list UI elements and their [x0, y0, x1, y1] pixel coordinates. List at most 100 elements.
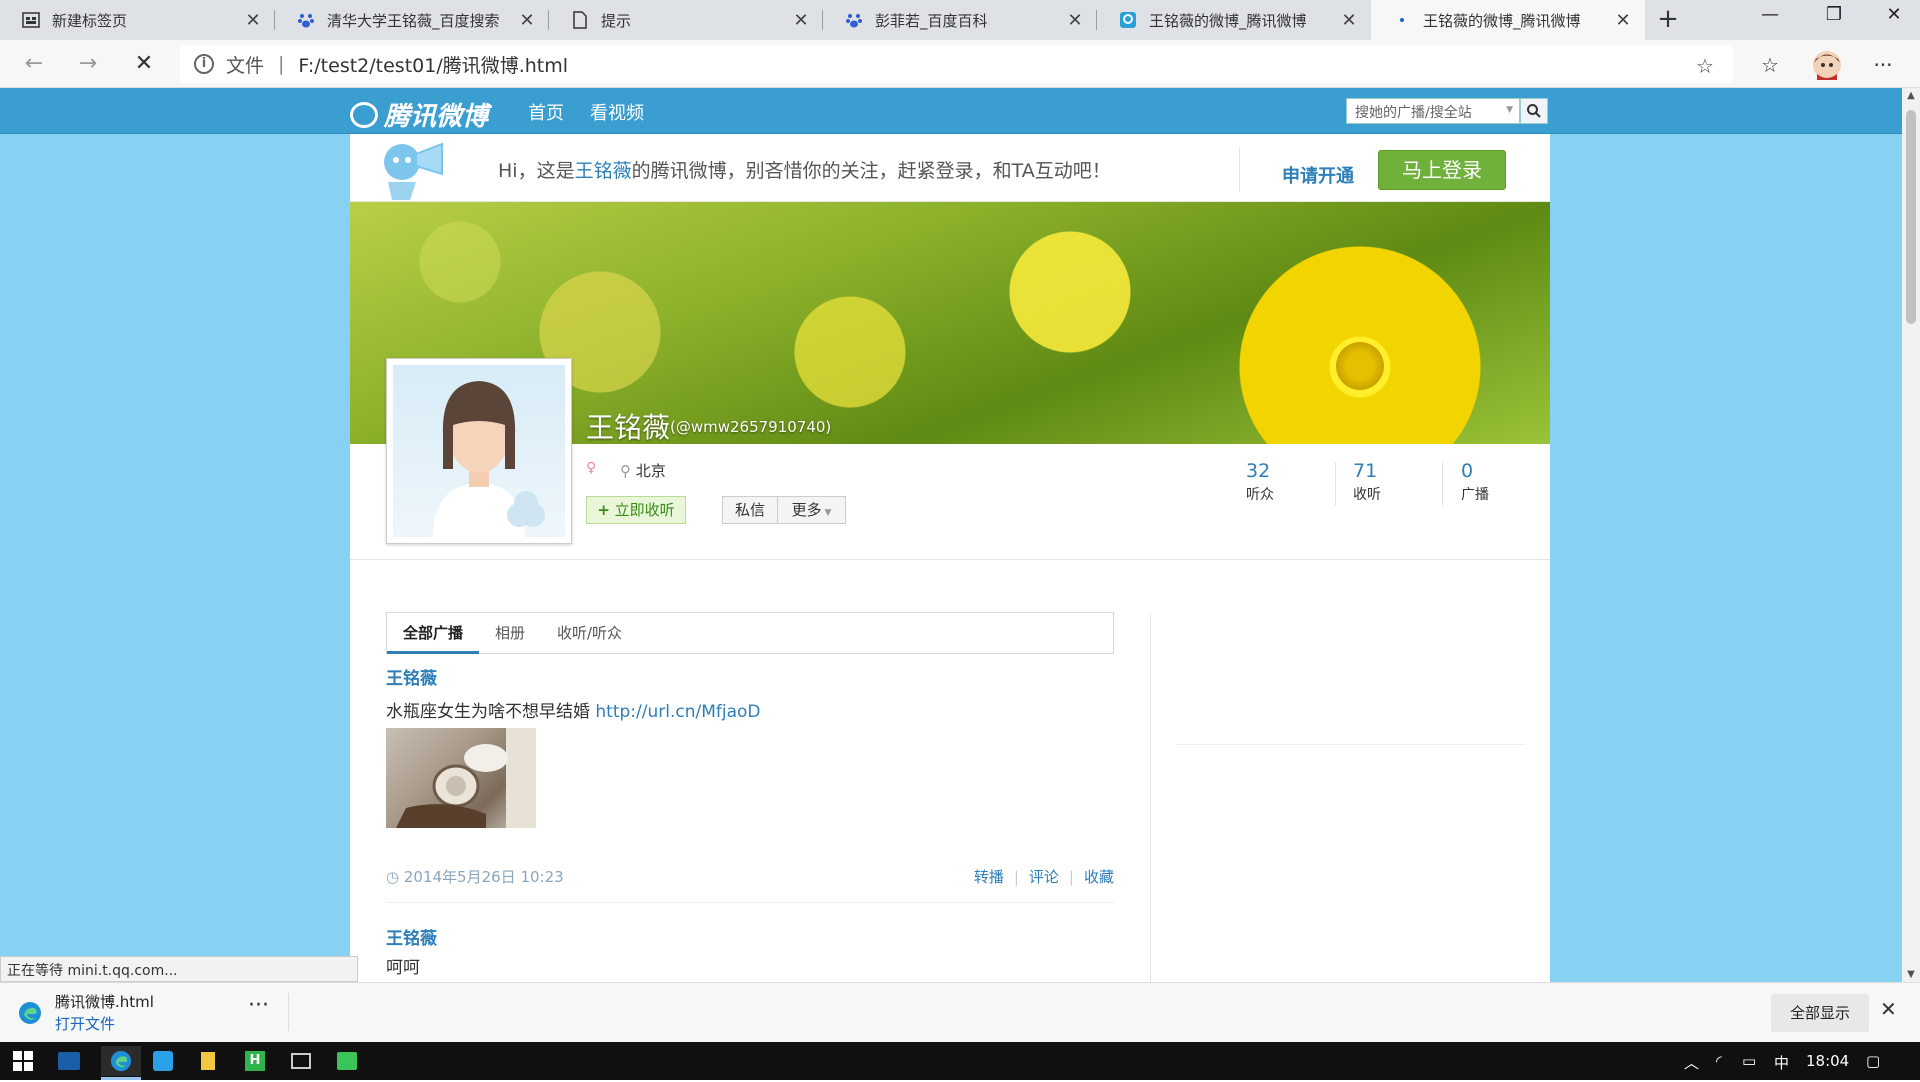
terminal-icon[interactable]: [286, 1046, 316, 1076]
forward-icon[interactable]: →: [72, 48, 104, 80]
favorites-list-icon[interactable]: ☆: [1753, 48, 1787, 82]
post-content: 水瓶座女生为啥不想早结婚 http://url.cn/MfjaoD: [386, 702, 761, 722]
tab-new-tab[interactable]: 新建标签页 ✕: [0, 0, 275, 40]
settings-more-icon[interactable]: ···: [1866, 48, 1900, 82]
close-icon[interactable]: ✕: [517, 10, 537, 31]
apply-link[interactable]: 申请开通: [1282, 162, 1354, 188]
tab-title: 清华大学王铭薇_百度搜索: [327, 11, 500, 30]
download-filename: 腾讯微博.html: [55, 993, 154, 1011]
ime-indicator[interactable]: 中: [1774, 1052, 1789, 1073]
tab-tencent-weibo-active[interactable]: 王铭薇的微博_腾讯微博 ✕: [1371, 0, 1645, 40]
page-viewport: 腾讯微博 首页 看视频 搜她的广播/搜全站 ▼ Hi，这是王铭薇的腾讯微博，别吝…: [0, 88, 1902, 982]
minimize-icon[interactable]: —: [1740, 0, 1800, 32]
back-icon[interactable]: ←: [18, 48, 50, 80]
tab-baidu-search[interactable]: 清华大学王铭薇_百度搜索 ✕: [275, 0, 549, 40]
profile-avatar[interactable]: [1810, 48, 1844, 82]
tab-tencent-weibo[interactable]: 王铭薇的微博_腾讯微博 ✕: [1097, 0, 1371, 40]
address-url: F:/test2/test01/腾讯微博.html: [298, 54, 569, 77]
close-icon[interactable]: ✕: [1613, 10, 1633, 31]
search-icon: [1527, 104, 1541, 118]
stat-broadcasts[interactable]: 0 广播: [1461, 460, 1561, 504]
info-icon[interactable]: i: [194, 54, 214, 74]
media-app-icon[interactable]: [332, 1046, 362, 1076]
open-file-link[interactable]: 打开文件: [55, 1013, 115, 1034]
post-time[interactable]: 2014年5月26日 10:23: [404, 868, 564, 886]
close-icon[interactable]: ✕: [1339, 10, 1359, 31]
stat-following[interactable]: 71 收听: [1353, 460, 1453, 504]
post: 王铭薇 呵呵: [386, 924, 1114, 978]
new-tab-button[interactable]: +: [1652, 4, 1684, 36]
scroll-up-icon[interactable]: ▲: [1902, 90, 1920, 101]
stat-listeners[interactable]: 32 听众: [1246, 460, 1346, 504]
nav-video[interactable]: 看视频: [590, 99, 644, 125]
more-button[interactable]: 更多 ▼: [778, 496, 846, 524]
main-container: Hi，这是王铭薇的腾讯微博，别吝惜你的关注，赶紧登录，和TA互动吧！ 申请开通 …: [350, 134, 1550, 982]
search-button[interactable]: [1520, 98, 1548, 124]
nav-home[interactable]: 首页: [528, 99, 564, 125]
clock[interactable]: 18:04: [1806, 1052, 1849, 1070]
tencent-weibo-logo-icon: [350, 101, 378, 128]
search-input[interactable]: 搜她的广播/搜全站 ▼: [1346, 98, 1520, 124]
tab-title: 提示: [601, 11, 632, 30]
plus-icon: +: [597, 501, 610, 519]
repost-button[interactable]: 转播: [974, 868, 1004, 886]
dev-app-icon[interactable]: [54, 1046, 84, 1076]
taskbar: H ︿ ◜ ▭ 中 18:04 ▢: [0, 1042, 1920, 1080]
close-icon[interactable]: ✕: [1065, 10, 1085, 31]
post-link[interactable]: http://url.cn/MfjaoD: [595, 702, 760, 722]
edge-icon: [19, 1002, 41, 1024]
close-icon[interactable]: ✕: [1880, 997, 1897, 1021]
show-all-button[interactable]: 全部显示: [1771, 994, 1869, 1032]
close-icon[interactable]: ✕: [243, 10, 263, 31]
private-message-button[interactable]: 私信: [722, 496, 778, 524]
feed-tabs: 全部广播 相册 收听/听众: [386, 612, 1114, 654]
post-meta: ◷ 2014年5月26日 10:23 转播 | 评论 | 收藏: [386, 866, 1114, 887]
site-logo[interactable]: 腾讯微博: [350, 96, 488, 133]
welcome-bar: Hi，这是王铭薇的腾讯微博，别吝惜你的关注，赶紧登录，和TA互动吧！ 申请开通 …: [350, 134, 1550, 202]
tab-all-broadcasts[interactable]: 全部广播: [387, 613, 479, 654]
network-icon[interactable]: ◜: [1716, 1052, 1722, 1070]
tab-notice[interactable]: 提示 ✕: [549, 0, 823, 40]
stop-loading-icon[interactable]: ✕: [128, 48, 160, 80]
more-options-icon[interactable]: ···: [248, 993, 269, 1018]
tab-listen[interactable]: 收听/听众: [557, 613, 622, 653]
post-image[interactable]: [386, 728, 536, 828]
favorite-button[interactable]: 收藏: [1084, 868, 1114, 886]
profile-handle: (@wmw2657910740): [670, 418, 832, 436]
restore-icon[interactable]: ❐: [1804, 0, 1864, 32]
welcome-user-link[interactable]: 王铭薇: [575, 160, 632, 182]
post-author[interactable]: 王铭薇: [386, 924, 1114, 949]
scrollbar-thumb[interactable]: [1906, 110, 1916, 324]
post-actions: 转播 | 评论 | 收藏: [973, 868, 1114, 886]
tencent-weibo-icon: [1120, 12, 1136, 28]
dropdown-arrow-icon[interactable]: ▼: [1506, 105, 1513, 115]
close-icon[interactable]: ✕: [791, 10, 811, 31]
location-pin-icon: ⚲: [620, 462, 631, 480]
follow-button[interactable]: + 立即收听: [586, 496, 686, 524]
comment-button[interactable]: 评论: [1029, 868, 1059, 886]
scroll-down-icon[interactable]: ▼: [1902, 969, 1920, 980]
post-content: 呵呵: [386, 958, 420, 978]
weibo-mascot-icon: [384, 142, 443, 200]
file-explorer-icon[interactable]: [193, 1046, 223, 1076]
tab-album[interactable]: 相册: [495, 613, 525, 653]
store-app-icon[interactable]: [148, 1046, 178, 1076]
battery-icon[interactable]: ▭: [1742, 1052, 1756, 1070]
window-close-icon[interactable]: ✕: [1864, 0, 1920, 32]
edge-browser-icon[interactable]: [101, 1046, 141, 1076]
login-button[interactable]: 马上登录: [1378, 150, 1506, 190]
baidu-paw-icon: [846, 14, 862, 28]
notification-icon[interactable]: ▢: [1866, 1052, 1880, 1070]
tab-title: 王铭薇的微博_腾讯微博: [1423, 11, 1581, 30]
tab-baidu-baike[interactable]: 彭菲若_百度百科 ✕: [823, 0, 1097, 40]
hbuilder-icon[interactable]: H: [240, 1046, 270, 1076]
vertical-scrollbar[interactable]: ▲ ▼: [1902, 88, 1920, 982]
tray-chevron-icon[interactable]: ︿: [1684, 1052, 1699, 1073]
favorite-star-icon[interactable]: ☆: [1696, 54, 1714, 78]
address-bar[interactable]: i 文件 | F:/test2/test01/腾讯微博.html: [180, 45, 1733, 83]
windows-start-icon[interactable]: [8, 1046, 38, 1076]
loading-icon: [1400, 18, 1404, 22]
post-author[interactable]: 王铭薇: [386, 664, 1114, 689]
chevron-down-icon: ▼: [821, 508, 832, 518]
tab-title: 王铭薇的微博_腾讯微博: [1149, 11, 1307, 30]
